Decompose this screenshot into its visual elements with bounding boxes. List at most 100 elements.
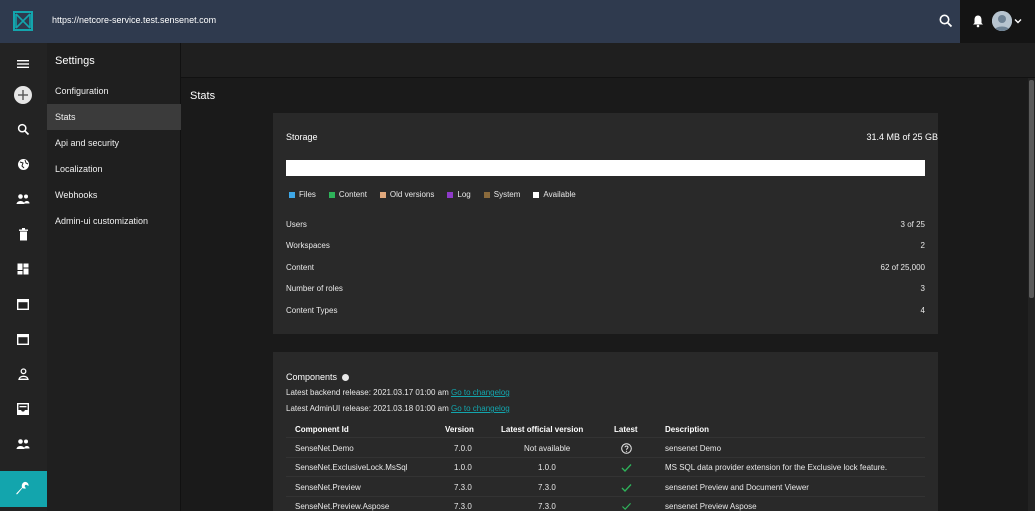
legend-item-content: Content	[328, 190, 367, 199]
legend-swatch	[447, 191, 454, 198]
top-bar: https://netcore-service.test.sensenet.co…	[0, 0, 1035, 43]
legend-item-old-versions: Old versions	[379, 190, 435, 199]
groups-icon[interactable]	[13, 434, 33, 454]
legend-label: Content	[338, 190, 367, 199]
users-groups-icon[interactable]	[13, 189, 33, 209]
cell-description: sensenet Preview Aspose	[665, 502, 757, 511]
legend-label: Log	[457, 190, 471, 199]
sensenet-logo-icon[interactable]	[13, 11, 33, 31]
cell-version: 7.3.0	[454, 502, 472, 511]
adminui-changelog-link[interactable]: Go to changelog	[451, 404, 510, 413]
cell-component-id: SenseNet.Preview	[295, 483, 361, 492]
settings-item-stats[interactable]: Stats	[47, 104, 181, 130]
column-header-latest[interactable]: Latest	[614, 425, 638, 434]
check-icon	[621, 484, 632, 492]
legend-item-system: System	[483, 190, 521, 199]
cell-description: MS SQL data provider extension for the E…	[665, 463, 888, 472]
cell-component-id: SenseNet.Demo	[295, 444, 354, 453]
user-avatar[interactable]	[992, 11, 1012, 31]
components-card	[273, 352, 938, 511]
storage-legend: Files Content Old versions Log System Av…	[289, 190, 589, 199]
stat-value: 2	[920, 241, 925, 250]
legend-label: Available	[543, 190, 576, 199]
stat-label: Number of roles	[286, 284, 343, 293]
check-icon	[621, 464, 632, 472]
settings-item-adminui-customization[interactable]: Admin-ui customization	[47, 208, 181, 234]
check-icon	[622, 502, 631, 511]
header-divider	[286, 437, 925, 438]
legend-swatch	[289, 191, 295, 198]
backend-release-text: Latest backend release: 2021.03.17 01:00…	[286, 388, 449, 397]
cell-official-version: Not available	[524, 444, 571, 453]
backend-changelog-link[interactable]: Go to changelog	[451, 388, 510, 397]
cell-official-version: 7.3.0	[538, 483, 556, 492]
settings-item-api-security[interactable]: Api and security	[47, 130, 181, 156]
row-divider	[286, 496, 925, 497]
question-icon	[621, 443, 632, 454]
stat-value: 4	[920, 306, 925, 315]
trash-icon[interactable]	[13, 224, 33, 244]
column-header-version[interactable]: Version	[445, 425, 474, 434]
column-header-official-version[interactable]: Latest official version	[501, 425, 583, 434]
stat-row-content: Content 62 of 25,000	[286, 263, 925, 272]
chevron-down-icon[interactable]	[1013, 16, 1023, 26]
legend-label: Old versions	[389, 190, 435, 199]
legend-swatch	[328, 191, 335, 198]
components-title: Components	[286, 372, 350, 382]
settings-title: Settings	[55, 55, 95, 67]
row-divider	[286, 457, 925, 458]
legend-swatch	[533, 191, 540, 198]
legend-item-available: Available	[533, 190, 576, 199]
stat-row-users: Users 3 of 25	[286, 220, 925, 229]
info-icon[interactable]	[342, 373, 350, 381]
search-icon[interactable]	[938, 13, 954, 29]
dashboard-icon[interactable]	[13, 259, 33, 279]
storage-label: Storage	[286, 132, 318, 142]
settings-item-webhooks[interactable]: Webhooks	[47, 182, 181, 208]
legend-item-log: Log	[447, 190, 471, 199]
content-types-icon[interactable]	[13, 294, 33, 314]
legend-label: Files	[299, 190, 316, 199]
stat-label: Content	[286, 263, 315, 272]
cell-component-id: SenseNet.Preview.Aspose	[295, 502, 390, 511]
cell-component-id: SenseNet.ExclusiveLock.MsSql	[295, 463, 408, 472]
cell-version: 1.0.0	[454, 463, 472, 472]
cell-official-version: 1.0.0	[538, 463, 556, 472]
settings-item-localization[interactable]: Localization	[47, 156, 181, 182]
cell-version: 7.3.0	[454, 483, 472, 492]
settings-item-configuration[interactable]: Configuration	[47, 78, 181, 104]
scrollbar-thumb[interactable]	[1029, 80, 1034, 298]
add-content-icon[interactable]	[13, 85, 33, 105]
inbox-icon[interactable]	[13, 399, 33, 419]
person-icon[interactable]	[13, 364, 33, 384]
repository-url[interactable]: https://netcore-service.test.sensenet.co…	[52, 15, 216, 25]
stat-value: 3	[920, 284, 925, 293]
stat-label: Workspaces	[286, 241, 330, 250]
stat-row-workspaces: Workspaces 2	[286, 241, 925, 250]
row-divider	[286, 476, 925, 477]
legend-label: System	[493, 190, 521, 199]
legend-swatch	[483, 191, 490, 198]
legend-swatch	[379, 191, 386, 198]
search-nav-icon[interactable]	[13, 119, 33, 139]
stat-label: Content Types	[286, 306, 338, 315]
globe-icon[interactable]	[13, 154, 33, 174]
storage-usage-bar	[286, 160, 925, 176]
cell-description: sensenet Preview and Document Viewer	[665, 483, 809, 492]
icon-rail	[0, 43, 47, 511]
cell-description: sensenet Demo	[665, 444, 722, 453]
components-title-text: Components	[286, 372, 338, 382]
menu-icon[interactable]	[13, 54, 33, 74]
cell-version: 7.0.0	[454, 444, 472, 453]
avatar-image-icon	[992, 11, 1012, 31]
localization-icon[interactable]	[13, 329, 33, 349]
cell-official-version: 7.3.0	[538, 502, 556, 511]
adminui-release-text: Latest AdminUI release: 2021.03.18 01:00…	[286, 404, 449, 413]
column-header-description[interactable]: Description	[665, 425, 709, 434]
stat-label: Users	[286, 220, 307, 229]
column-header-component-id[interactable]: Component Id	[295, 425, 349, 434]
settings-rail-active[interactable]	[0, 471, 47, 507]
stat-row-roles: Number of roles 3	[286, 284, 925, 293]
notifications-bell-icon[interactable]	[971, 14, 985, 28]
content-header-strip	[181, 43, 1035, 78]
